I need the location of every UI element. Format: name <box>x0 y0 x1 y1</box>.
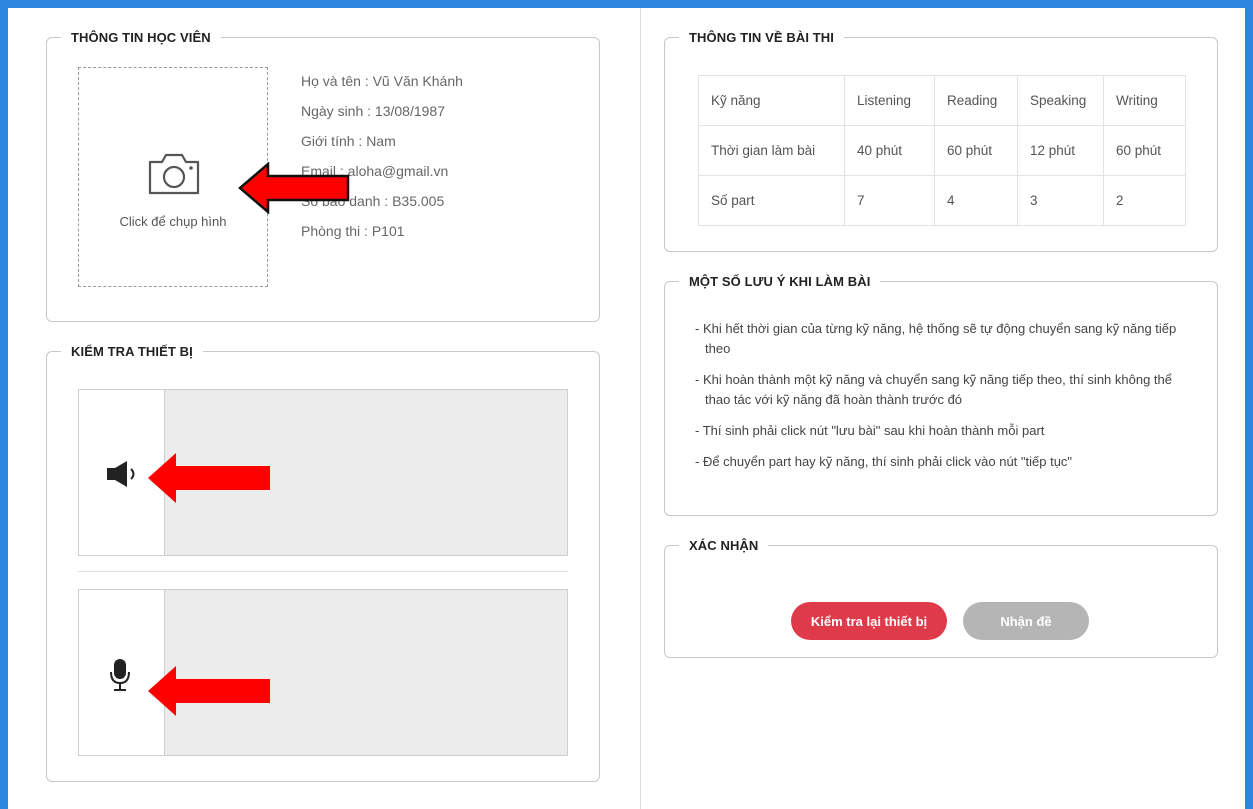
table-row: Số part 7 4 3 2 <box>698 175 1186 226</box>
table-row: Thời gian làm bài 40 phút 60 phút 12 phú… <box>698 125 1186 176</box>
exam-notes-title: MỘT SỐ LƯU Ý KHI LÀM BÀI <box>689 274 871 289</box>
student-details: Họ và tên : Vũ Văn Khánh Ngày sinh : 13/… <box>301 71 463 251</box>
table-cell: 12 phút <box>1017 125 1104 176</box>
table-cell: 7 <box>844 175 935 226</box>
microphone-icon <box>110 659 130 691</box>
table-cell: 2 <box>1103 175 1186 226</box>
list-item: - Khi hết thời gian của từng kỹ năng, hệ… <box>695 321 1177 356</box>
exam-info-table: Kỹ năng Listening Reading Speaking Writi… <box>698 75 1186 226</box>
exam-info-title: THÔNG TIN VỀ BÀI THI <box>689 30 834 45</box>
table-cell: Reading <box>934 75 1018 126</box>
table-cell: Speaking <box>1017 75 1104 126</box>
confirm-section: XÁC NHẬN Kiểm tra lại thiết bị Nhận đề <box>664 538 1218 658</box>
recheck-device-button[interactable]: Kiểm tra lại thiết bị <box>791 602 947 640</box>
table-cell: Writing <box>1103 75 1186 126</box>
student-gender: Giới tính : Nam <box>301 133 396 149</box>
table-cell: 40 phút <box>844 125 935 176</box>
table-row: Kỹ năng Listening Reading Speaking Writi… <box>698 75 1186 126</box>
device-check-section: KIỂM TRA THIẾT BỊ <box>46 344 600 782</box>
table-cell: Thời gian làm bài <box>698 125 845 176</box>
get-exam-button[interactable]: Nhận đề <box>963 602 1089 640</box>
student-room: Phòng thi : P101 <box>301 223 405 239</box>
student-birthdate: Ngày sinh : 13/08/1987 <box>301 103 445 119</box>
list-item: - Để chuyển part hay kỹ năng, thí sinh p… <box>695 454 1073 469</box>
notes-list: - Khi hết thời gian của từng kỹ năng, hệ… <box>695 319 1195 483</box>
list-item: - Thí sinh phải click nút "lưu bài" sau … <box>695 423 1045 438</box>
student-info-title: THÔNG TIN HỌC VIÊN <box>71 30 211 45</box>
column-divider <box>640 8 641 809</box>
table-cell: 3 <box>1017 175 1104 226</box>
camera-icon <box>148 153 200 195</box>
confirm-title: XÁC NHẬN <box>689 538 759 553</box>
exam-info-section: THÔNG TIN VỀ BÀI THI Kỹ năng Listening R… <box>664 30 1218 252</box>
device-divider <box>78 571 568 572</box>
list-item: - Khi hoàn thành một kỹ năng và chuyển s… <box>695 372 1172 407</box>
table-cell: 60 phút <box>1103 125 1186 176</box>
exam-notes-section: MỘT SỐ LƯU Ý KHI LÀM BÀI - Khi hết thời … <box>664 274 1218 516</box>
annotation-arrow-photo <box>238 162 350 214</box>
photo-caption: Click để chụp hình <box>119 214 227 229</box>
speaker-icon <box>107 461 135 487</box>
device-check-title: KIỂM TRA THIẾT BỊ <box>71 344 193 359</box>
table-cell: Kỹ năng <box>698 75 845 126</box>
table-cell: Số part <box>698 175 845 226</box>
annotation-arrow-speaker <box>148 453 270 503</box>
table-cell: 60 phút <box>934 125 1018 176</box>
table-cell: Listening <box>844 75 935 126</box>
student-name: Họ và tên : Vũ Văn Khánh <box>301 73 463 89</box>
table-cell: 4 <box>934 175 1018 226</box>
annotation-arrow-microphone <box>148 666 270 716</box>
